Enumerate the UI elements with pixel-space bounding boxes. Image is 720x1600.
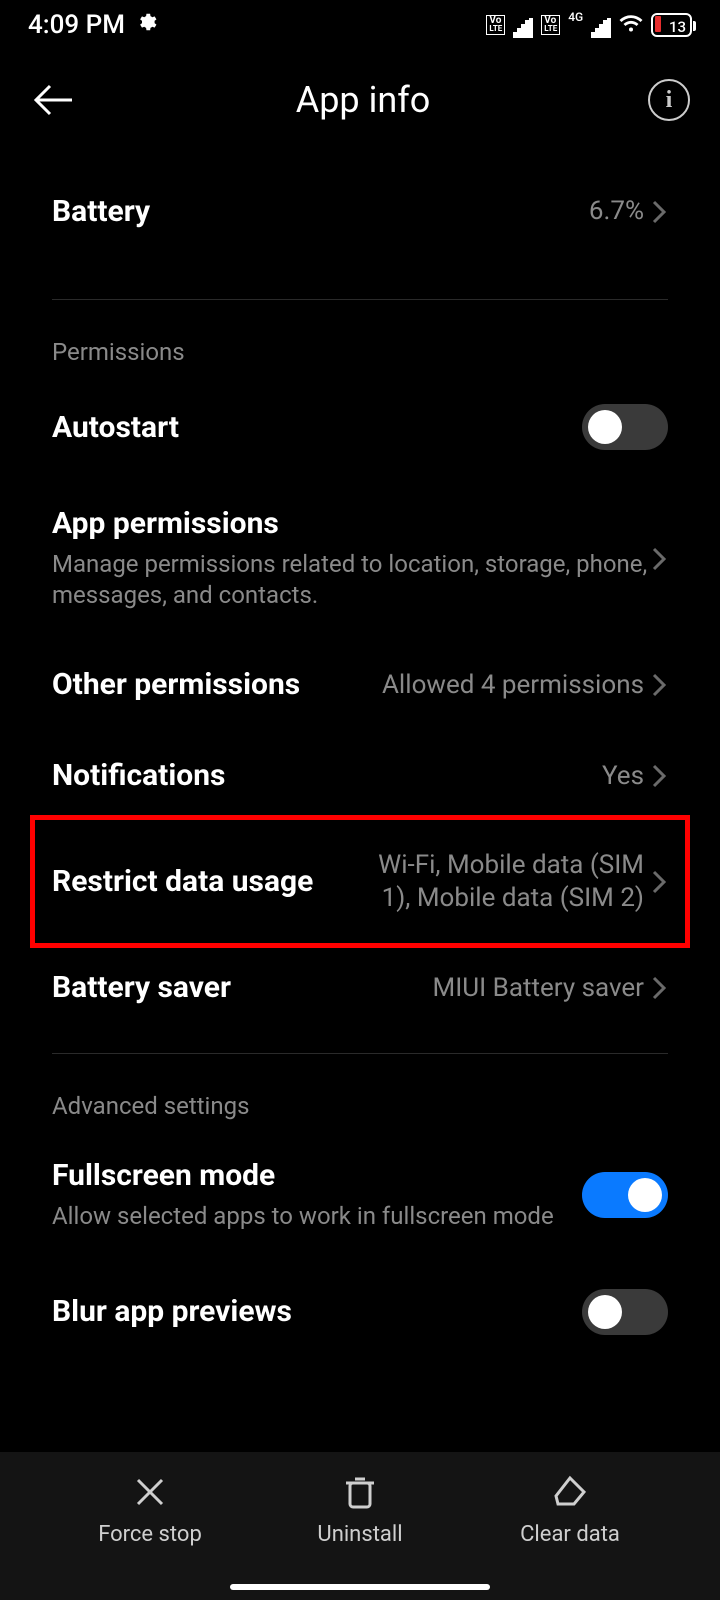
row-value: Allowed 4 permissions bbox=[382, 669, 644, 702]
section-permissions: Permissions bbox=[52, 300, 668, 376]
volte-icon-2: VoLTE bbox=[541, 15, 560, 35]
fullscreen-toggle[interactable] bbox=[582, 1172, 668, 1218]
action-label: Force stop bbox=[98, 1522, 202, 1547]
status-bar: 4:09 PM VoLTE VoLTE 4G 13 bbox=[0, 0, 720, 48]
back-button[interactable] bbox=[30, 76, 78, 124]
status-time: 4:09 PM bbox=[28, 10, 125, 40]
blur-toggle[interactable] bbox=[582, 1289, 668, 1335]
close-icon bbox=[130, 1472, 170, 1512]
app-bar: App info i bbox=[0, 48, 720, 144]
row-title: Blur app previews bbox=[52, 1294, 582, 1329]
action-label: Uninstall bbox=[317, 1522, 402, 1547]
row-autostart[interactable]: Autostart bbox=[52, 376, 668, 478]
row-title: Notifications bbox=[52, 758, 602, 793]
volte-icon: VoLTE bbox=[486, 15, 505, 35]
settings-list: Battery 6.7% Permissions Autostart App p… bbox=[0, 144, 720, 1335]
row-subtitle: Manage permissions related to location, … bbox=[52, 549, 652, 611]
settings-gear-icon bbox=[135, 10, 157, 40]
row-title: Autostart bbox=[52, 410, 582, 445]
row-title: App permissions bbox=[52, 506, 652, 541]
row-title: Battery bbox=[52, 194, 589, 229]
row-battery[interactable]: Battery 6.7% bbox=[52, 144, 668, 279]
row-title: Fullscreen mode bbox=[52, 1158, 582, 1193]
autostart-toggle[interactable] bbox=[582, 404, 668, 450]
eraser-icon bbox=[550, 1472, 590, 1512]
row-app-permissions[interactable]: App permissions Manage permissions relat… bbox=[52, 478, 668, 639]
battery-icon: 13 bbox=[651, 13, 692, 37]
row-blur-previews[interactable]: Blur app previews bbox=[52, 1261, 668, 1335]
row-notifications[interactable]: Notifications Yes bbox=[52, 730, 668, 821]
row-title: Battery saver bbox=[52, 970, 433, 1005]
row-title: Other permissions bbox=[52, 667, 382, 702]
chevron-right-icon bbox=[652, 671, 668, 699]
row-value: Yes bbox=[602, 760, 644, 793]
chevron-right-icon bbox=[652, 762, 668, 790]
row-other-permissions[interactable]: Other permissions Allowed 4 permissions bbox=[52, 639, 668, 730]
force-stop-button[interactable]: Force stop bbox=[75, 1472, 225, 1547]
signal-bars-icon-2 bbox=[591, 15, 611, 35]
row-subtitle: Allow selected apps to work in fullscree… bbox=[52, 1201, 582, 1232]
row-battery-saver[interactable]: Battery saver MIUI Battery saver bbox=[52, 942, 668, 1033]
chevron-right-icon bbox=[652, 545, 668, 573]
chevron-right-icon bbox=[652, 198, 668, 226]
network-4g-icon: 4G bbox=[568, 10, 583, 24]
battery-percent: 13 bbox=[669, 18, 686, 36]
uninstall-button[interactable]: Uninstall bbox=[285, 1472, 435, 1547]
row-value: MIUI Battery saver bbox=[433, 972, 644, 1005]
trash-icon bbox=[340, 1472, 380, 1512]
page-title: App info bbox=[78, 79, 648, 121]
row-value: Wi-Fi, Mobile data (SIM 1), Mobile data … bbox=[354, 849, 644, 914]
home-indicator[interactable] bbox=[230, 1584, 490, 1590]
chevron-right-icon bbox=[652, 974, 668, 1002]
clear-data-button[interactable]: Clear data bbox=[495, 1472, 645, 1547]
wifi-icon bbox=[619, 10, 643, 40]
section-advanced: Advanced settings bbox=[52, 1054, 668, 1130]
chevron-right-icon bbox=[652, 868, 668, 896]
bottom-action-bar: Force stop Uninstall Clear data bbox=[0, 1452, 720, 1600]
action-label: Clear data bbox=[520, 1522, 620, 1547]
row-title: Restrict data usage bbox=[52, 864, 354, 899]
row-value: 6.7% bbox=[589, 195, 644, 228]
row-fullscreen-mode[interactable]: Fullscreen mode Allow selected apps to w… bbox=[52, 1130, 668, 1260]
info-icon[interactable]: i bbox=[648, 79, 690, 121]
row-restrict-data-usage[interactable]: Restrict data usage Wi-Fi, Mobile data (… bbox=[52, 821, 668, 942]
signal-bars-icon bbox=[513, 15, 533, 35]
